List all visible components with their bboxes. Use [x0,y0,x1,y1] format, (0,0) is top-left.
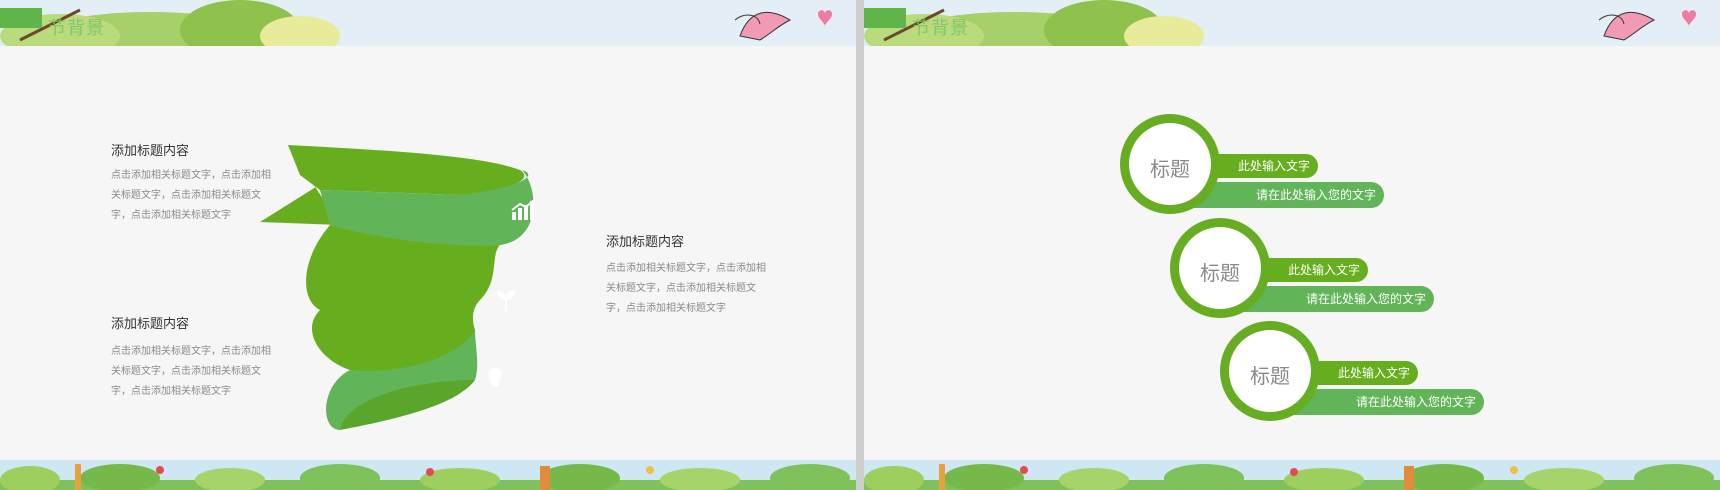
item-title: 标题 [1150,157,1190,181]
growth-chart-icon [511,199,535,220]
bottom-banner-art [864,464,1720,490]
slide-divider [856,0,864,490]
block-2-text: 点击添加相关标题文字，点击添加相关标题文字，点击添加相关标题文字，点击添加相关标… [111,346,271,397]
slide-right[interactable]: 节背景 标题 此处输入文字 请在此处输入您的文字 标题 此处输入文字 请在此处输… [864,0,1720,490]
block-2-heading: 添加标题内容 [111,317,190,332]
lightbulb-icon [488,368,502,387]
banner-title: 节背景 [912,18,969,39]
block-3-heading: 添加标题内容 [606,235,685,250]
slide-left[interactable]: 节背景 添加标题内容 点击添加相关标题文字，点击添加相关标题文字，点击添加相关标… [0,0,856,490]
corner-tab [0,8,42,28]
sprout-icon [496,290,516,312]
item-title: 标题 [1200,261,1240,285]
spiral-ribbon [260,145,534,430]
block-3-text: 点击添加相关标题文字，点击添加相关标题文字，点击添加相关标题文字，点击添加相关标… [606,263,766,314]
top-banner-art [0,0,832,46]
block-1-text: 点击添加相关标题文字，点击添加相关标题文字，点击添加相关标题文字，点击添加相关标… [111,170,271,221]
bottom-nature-banner [0,460,856,490]
item-ring: 标题 [1220,321,1320,421]
item-title: 标题 [1250,364,1290,388]
top-nature-banner: 节背景 [0,0,856,46]
banner-title: 节背景 [48,18,105,39]
top-nature-banner: 节背景 [864,0,1720,46]
bottom-banner-art [0,464,856,490]
corner-tab [864,8,906,28]
block-1-heading: 添加标题内容 [111,144,190,159]
item-ring: 标题 [1170,218,1270,318]
item-ring: 标题 [1120,114,1220,214]
bottom-nature-banner [864,460,1720,490]
top-banner-art [864,0,1696,46]
